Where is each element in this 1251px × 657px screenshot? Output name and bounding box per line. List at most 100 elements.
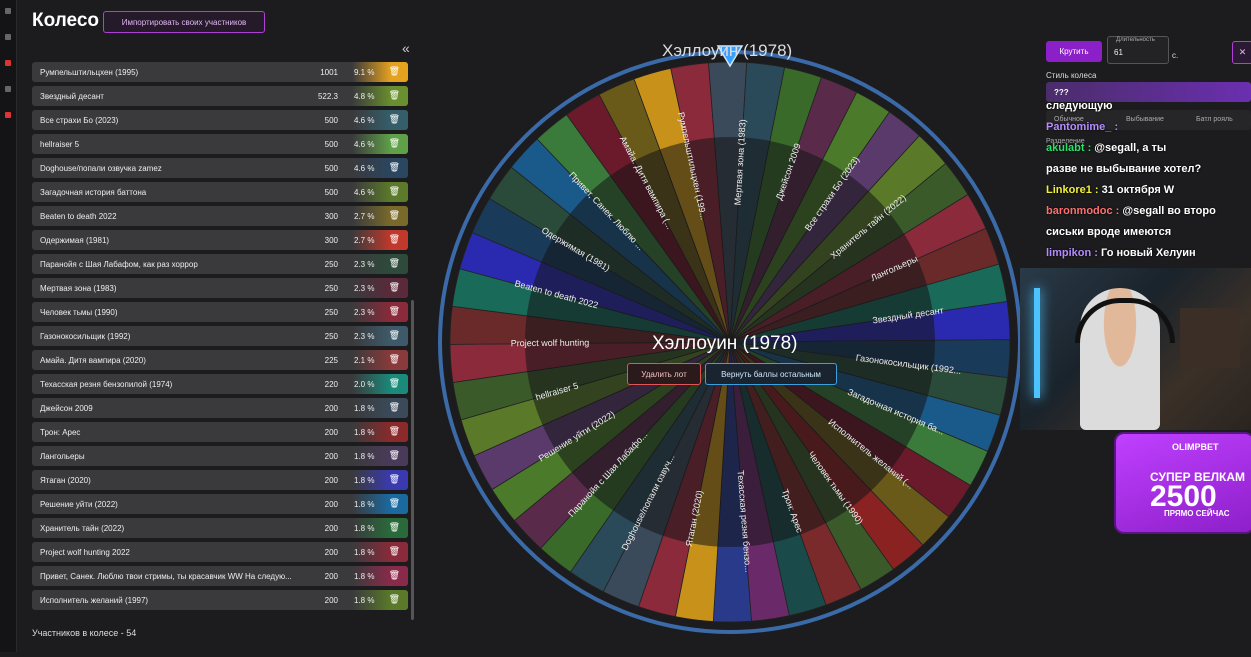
trash-icon[interactable]: 🗑 <box>389 474 400 485</box>
trash-icon[interactable]: 🗑 <box>389 258 400 269</box>
rail-icon[interactable] <box>5 60 11 66</box>
lot-score: 500 <box>324 140 338 149</box>
lot-row[interactable]: Beaten to death 2022 300 2.7 % 🗑 <box>32 206 408 226</box>
trash-icon[interactable]: 🗑 <box>389 546 400 557</box>
lot-percent-cell: 1.8 % 🗑 <box>352 398 408 418</box>
lot-row[interactable]: Газонокосильщик (1992) 250 2.3 % 🗑 <box>32 326 408 346</box>
scrollbar[interactable] <box>411 300 414 620</box>
lot-name: Человек тьмы (1990) <box>40 308 118 317</box>
trash-icon[interactable]: 🗑 <box>389 330 400 341</box>
lot-name: Все страхи Бо (2023) <box>40 116 119 125</box>
trash-icon[interactable]: 🗑 <box>389 522 400 533</box>
lot-name: Исполнитель желаний (1997) <box>40 596 149 605</box>
lot-row[interactable]: Амайа. Дитя вампира (2020) 225 2.1 % 🗑 <box>32 350 408 370</box>
lot-score: 300 <box>324 236 338 245</box>
lot-name: Трон: Арес <box>40 428 81 437</box>
spin-button[interactable]: Крутить <box>1046 41 1102 62</box>
lot-percent-cell: 4.6 % 🗑 <box>352 182 408 202</box>
lot-percent: 1.8 % <box>354 476 375 485</box>
lot-percent-cell: 2.3 % 🗑 <box>352 302 408 322</box>
rail-icon[interactable] <box>5 112 11 118</box>
wheel-style-label: Стиль колеса <box>1046 71 1097 80</box>
lot-percent: 2.3 % <box>354 260 375 269</box>
chat-username[interactable]: baronmodoc : <box>1046 205 1119 217</box>
lot-row[interactable]: Исполнитель желаний (1997) 200 1.8 % 🗑 <box>32 590 408 610</box>
delete-lot-button[interactable]: Удалить лот <box>627 363 701 385</box>
trash-icon[interactable]: 🗑 <box>389 210 400 221</box>
lot-row[interactable]: Румпельштильцхен (1995) 1001 9.1 % 🗑 <box>32 62 408 82</box>
trash-icon[interactable]: 🗑 <box>389 570 400 581</box>
trash-icon[interactable]: 🗑 <box>389 282 400 293</box>
import-participants-button[interactable]: Импортировать своих участников <box>103 11 265 33</box>
trash-icon[interactable]: 🗑 <box>389 234 400 245</box>
lot-row[interactable]: Project wolf hunting 2022 200 1.8 % 🗑 <box>32 542 408 562</box>
lot-percent-cell: 2.7 % 🗑 <box>352 230 408 250</box>
lot-row[interactable]: Техасская резня бензопилой (1974) 220 2.0 … <box>32 374 408 394</box>
lot-name: Амайа. Дитя вампира (2020) <box>40 356 146 365</box>
trash-icon[interactable]: 🗑 <box>389 138 400 149</box>
lot-percent: 2.7 % <box>354 236 375 245</box>
trash-icon[interactable]: 🗑 <box>389 402 400 413</box>
lot-row[interactable]: Одержимая (1981) 300 2.7 % 🗑 <box>32 230 408 250</box>
rail-icon[interactable] <box>5 34 11 40</box>
return-points-button[interactable]: Вернуть баллы остальным <box>705 363 837 385</box>
lot-row[interactable]: hellraiser 5 500 4.6 % 🗑 <box>32 134 408 154</box>
lot-percent: 1.8 % <box>354 428 375 437</box>
chat-message: Linkore1 : 31 октября W <box>1046 184 1251 205</box>
trash-icon[interactable]: 🗑 <box>389 594 400 605</box>
lot-score: 200 <box>324 452 338 461</box>
lot-percent: 4.6 % <box>354 164 375 173</box>
trash-icon[interactable]: 🗑 <box>389 498 400 509</box>
lot-row[interactable]: Паранойя с Шая Лабафом, как раз хоррор 25… <box>32 254 408 274</box>
chat-username[interactable]: limpikon : <box>1046 247 1098 259</box>
lot-name: Техасская резня бензопилой (1974) <box>40 380 173 389</box>
lot-name: Румпельштильцхен (1995) <box>40 68 139 77</box>
lot-percent: 4.6 % <box>354 188 375 197</box>
trash-icon[interactable]: 🗑 <box>389 306 400 317</box>
lot-row[interactable]: Звездный десант 522.3 4.8 % 🗑 <box>32 86 408 106</box>
wheel-style-select[interactable]: ??? <box>1046 82 1251 102</box>
trash-icon[interactable]: 🗑 <box>389 66 400 77</box>
lot-percent-cell: 1.8 % 🗑 <box>352 590 408 610</box>
lot-row[interactable]: Хранитель тайн (2022) 200 1.8 % 🗑 <box>32 518 408 538</box>
double-chevron-left-icon[interactable]: « <box>402 40 410 56</box>
lot-percent-cell: 9.1 % 🗑 <box>352 62 408 82</box>
lot-row[interactable]: Трон: Арес 200 1.8 % 🗑 <box>32 422 408 442</box>
participants-count: Участников в колесе - 54 <box>32 628 137 638</box>
rail-icon[interactable] <box>5 86 11 92</box>
lot-row[interactable]: Все страхи Бо (2023) 500 4.6 % 🗑 <box>32 110 408 130</box>
trash-icon[interactable]: 🗑 <box>389 162 400 173</box>
trash-icon[interactable]: 🗑 <box>389 450 400 461</box>
trash-icon[interactable]: 🗑 <box>389 378 400 389</box>
ad-brand: OLIMPBET <box>1172 442 1219 452</box>
lot-score: 200 <box>324 548 338 557</box>
trash-icon[interactable]: 🗑 <box>389 186 400 197</box>
lot-row[interactable]: Человек тьмы (1990) 250 2.3 % 🗑 <box>32 302 408 322</box>
chat-username[interactable]: Pantomime_ : <box>1046 121 1118 133</box>
lot-name: Хранитель тайн (2022) <box>40 524 125 533</box>
wheel-label: Project wolf hunting <box>511 338 590 349</box>
lot-score: 522.3 <box>317 92 338 101</box>
lot-row[interactable]: Решение уйти (2022) 200 1.8 % 🗑 <box>32 494 408 514</box>
lot-row[interactable]: Мертвая зона (1983) 250 2.3 % 🗑 <box>32 278 408 298</box>
promo-banner[interactable]: OLIMPBET СУПЕР ВЕЛКАМ 2500 ПРЯМО СЕЙЧАС <box>1114 432 1251 534</box>
chat-username[interactable]: Linkore1 : <box>1046 184 1099 196</box>
lot-score: 200 <box>324 572 338 581</box>
lot-row[interactable]: Загадочная история баттона 500 4.6 % 🗑 <box>32 182 408 202</box>
lot-row[interactable]: Ятаган (2020) 200 1.8 % 🗑 <box>32 470 408 490</box>
lot-row[interactable]: Doghouse/попали озвучка zamez 500 4.6 % 🗑 <box>32 158 408 178</box>
trash-icon[interactable]: 🗑 <box>389 90 400 101</box>
chat-username[interactable]: akulabt : <box>1046 142 1091 154</box>
lot-row[interactable]: Привет, Санек. Люблю твои стримы, ты кра… <box>32 566 408 586</box>
lot-score: 225 <box>324 356 338 365</box>
lot-row[interactable]: Лангольеры 200 1.8 % 🗑 <box>32 446 408 466</box>
chat-message: baronmodoc : @segall во второ <box>1046 205 1251 226</box>
rail-icon[interactable] <box>5 8 11 14</box>
trash-icon[interactable]: 🗑 <box>389 354 400 365</box>
lot-row[interactable]: Джейсон 2009 200 1.8 % 🗑 <box>32 398 408 418</box>
trash-icon[interactable]: 🗑 <box>389 114 400 125</box>
trash-icon[interactable]: 🗑 <box>389 426 400 437</box>
lot-score: 200 <box>324 596 338 605</box>
close-icon[interactable]: ✕ <box>1232 41 1251 64</box>
lot-percent-cell: 2.0 % 🗑 <box>352 374 408 394</box>
